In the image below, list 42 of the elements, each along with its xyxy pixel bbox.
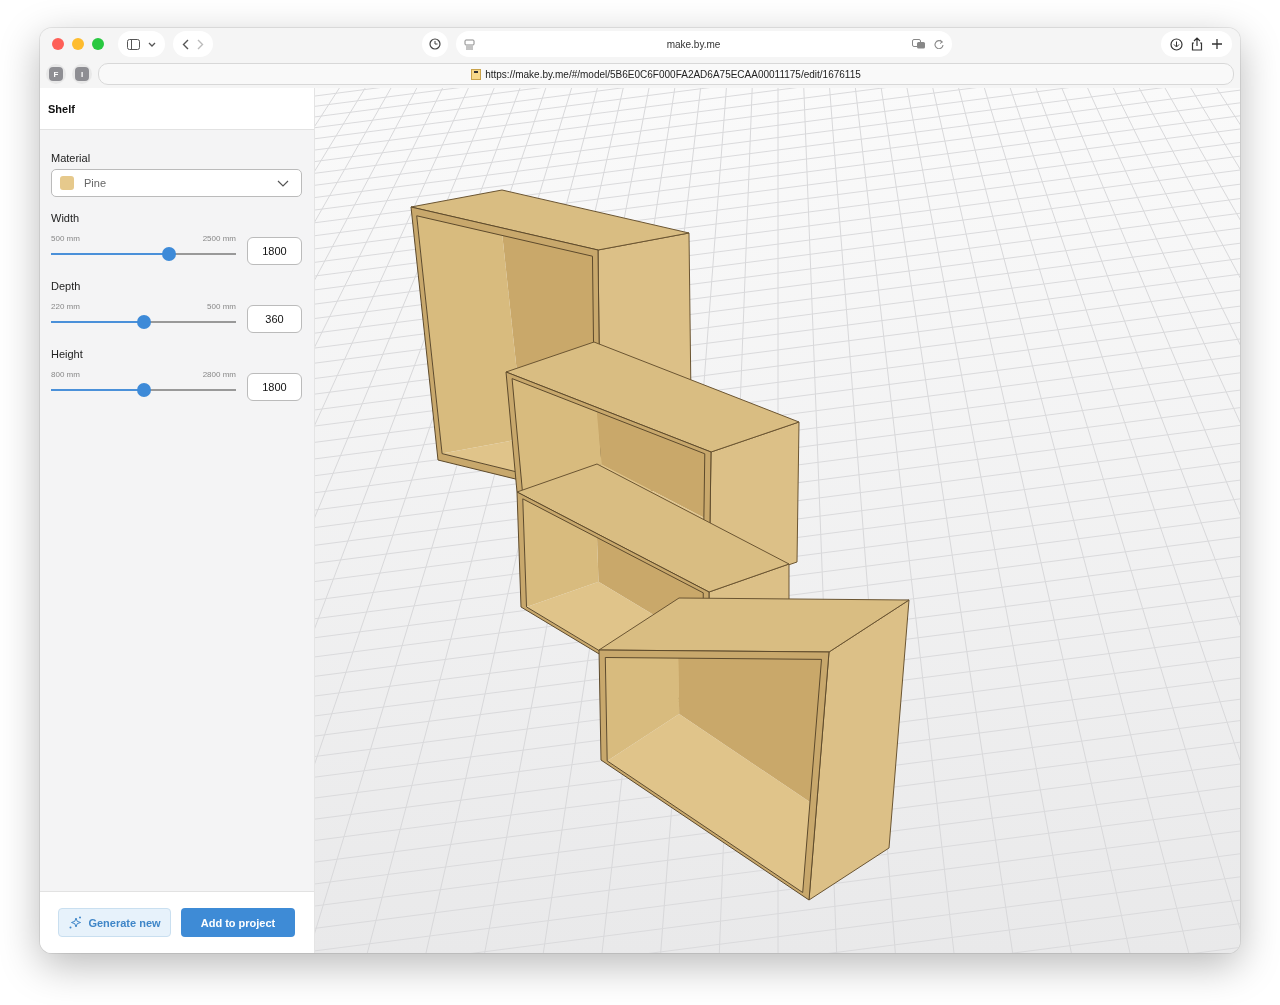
translate-icon[interactable] (912, 39, 926, 49)
sparkle-icon (68, 915, 83, 930)
page-menu-icon (464, 38, 475, 50)
slider-thumb[interactable] (136, 314, 151, 329)
address-text: make.by.me (665, 38, 722, 50)
field-label: Width (51, 212, 81, 224)
panel-title: Shelf (48, 102, 75, 115)
add-button[interactable]: Add to project (181, 908, 295, 937)
field-label: Depth (51, 280, 82, 292)
clock-icon (429, 38, 441, 50)
max-label: 500 mm (207, 301, 236, 311)
slider-thumb[interactable] (136, 382, 151, 397)
value-input[interactable]: 1800 (247, 237, 302, 265)
site-icon (471, 68, 482, 80)
maximize-button[interactable] (92, 38, 104, 50)
3d-viewport[interactable] (315, 88, 1240, 953)
max-label: 2800 mm (202, 369, 236, 379)
download-icon[interactable] (1170, 37, 1183, 51)
reload-icon[interactable] (934, 39, 944, 49)
min-label: 800 mm (51, 369, 80, 379)
chevron-down-icon (148, 41, 156, 47)
share-icon[interactable] (1191, 37, 1203, 51)
field-label: Height (51, 348, 84, 360)
max-label: 2500 mm (202, 233, 236, 243)
url-field[interactable]: https://make.by.me/#/model/5B6E0C6F000FA2AD6A75ECAA00011175/edit/1676115 (98, 63, 1234, 85)
close-button[interactable] (52, 38, 64, 50)
min-label: 220 mm (51, 301, 80, 311)
material-swatch (60, 176, 74, 190)
new-tab-icon[interactable] (1211, 38, 1223, 50)
value-input[interactable]: 1800 (247, 373, 302, 401)
field-label: Material (51, 152, 92, 164)
forward-icon[interactable] (197, 38, 204, 50)
shelf-drawing[interactable] (410, 189, 910, 901)
chevron-down-icon (277, 179, 289, 187)
slider-thumb[interactable] (162, 246, 177, 261)
value-input[interactable]: 360 (247, 305, 302, 333)
address-bar[interactable]: make.by.me (456, 31, 952, 57)
back-icon[interactable] (182, 38, 189, 50)
min-label: 500 mm (51, 233, 80, 243)
material-select[interactable]: Pine (51, 169, 302, 197)
sidebar-icon (127, 38, 140, 50)
history-button[interactable] (422, 31, 448, 57)
